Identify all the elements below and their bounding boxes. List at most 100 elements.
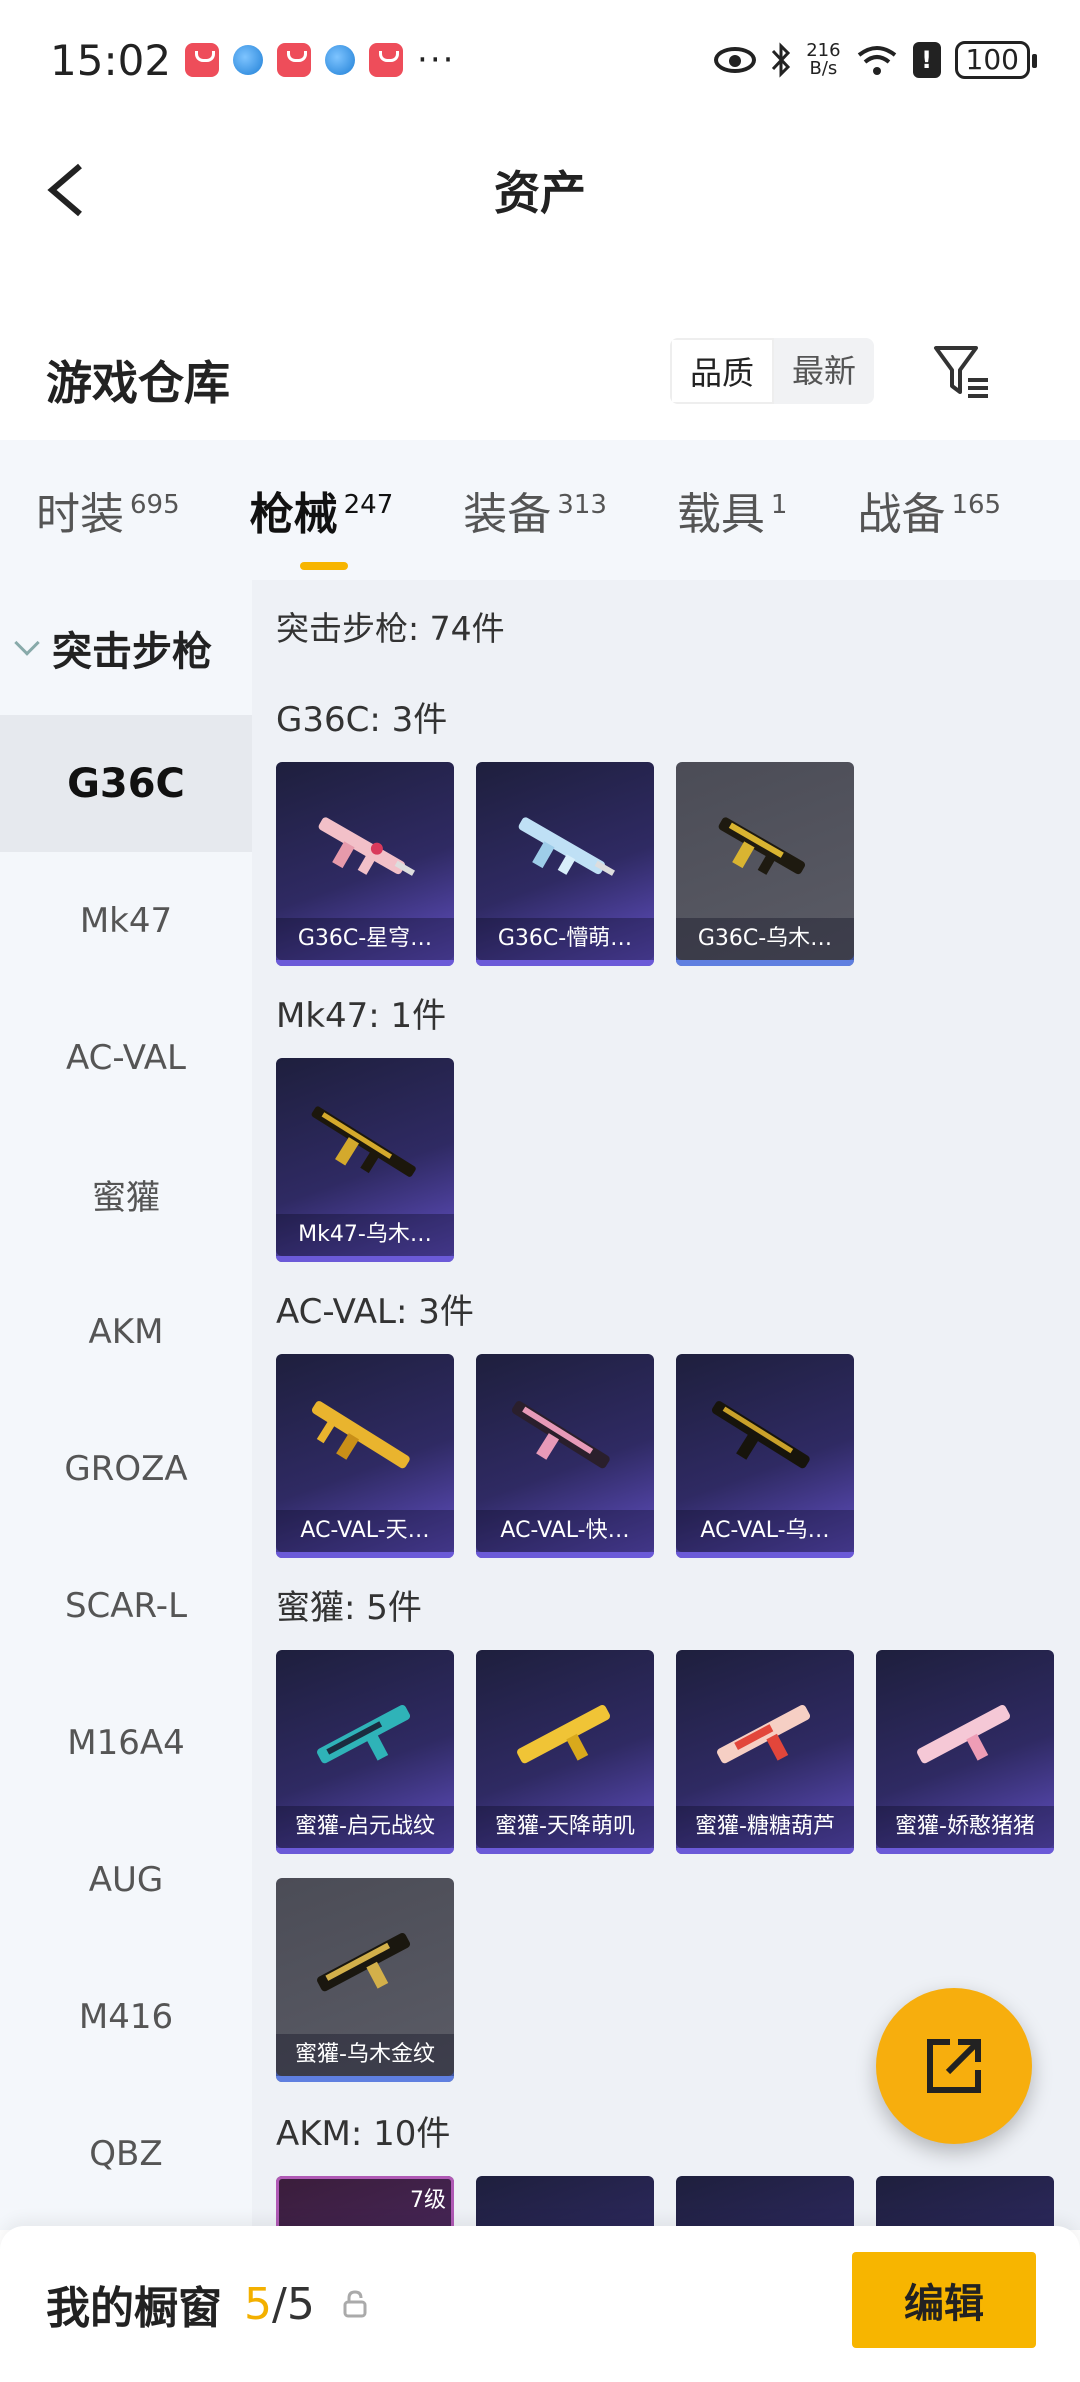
category-total: 突击步枪: 74件 (276, 609, 505, 648)
tab-fashion-count: 695 (130, 490, 180, 521)
bluetooth-icon (772, 42, 791, 78)
weapon-card-name: 蜜獾-启元战纹 (276, 1806, 454, 1848)
weapon-card-name: G36C-星穹… (276, 918, 454, 960)
gun-skin-icon (317, 1932, 411, 1992)
weapon-card[interactable]: G36C-懵萌… (476, 762, 654, 966)
weapon-card[interactable]: 蜜獾-启元战纹 (276, 1650, 454, 1854)
sort-newest-button[interactable]: 最新 (774, 338, 874, 404)
showcase-count-max: 5 (286, 2278, 315, 2330)
section-title-mk47: Mk47: 1件 (276, 996, 447, 1036)
browser-icon (233, 45, 264, 75)
weapon-card-name: 蜜獾-糖糖葫芦 (676, 1806, 854, 1848)
sidebar-item-scar-l[interactable]: SCAR-L (0, 1537, 252, 1674)
status-time: 15:02 (50, 35, 172, 85)
gun-skin-icon (717, 1704, 811, 1764)
sidebar-item-m416[interactable]: M416 (0, 1948, 252, 2085)
filter-icon[interactable] (930, 340, 994, 404)
sidebar-item-qbz[interactable]: QBZ (0, 2085, 252, 2222)
sort-quality-button[interactable]: 品质 (670, 338, 775, 404)
network-speed-unit: B/s (809, 58, 838, 79)
sidebar-item-m16a4[interactable]: M16A4 (0, 1674, 252, 1811)
tab-fashion-label: 时装 (36, 489, 124, 540)
edit-button[interactable]: 编辑 (852, 2252, 1036, 2348)
section-title-g36c: G36C: 3件 (276, 700, 448, 740)
shopping-bag-icon (185, 43, 220, 77)
sidebar-item-ac-val[interactable]: AC-VAL (0, 989, 252, 1126)
weapon-card[interactable]: 蜜獾-糖糖葫芦 (676, 1650, 854, 1854)
tab-firearms-count: 247 (343, 490, 394, 521)
warehouse-title: 游戏仓库 (46, 356, 230, 410)
weapon-sidebar: 突击步枪 G36C Mk47 AC-VAL 蜜獾 AKM GROZA SCAR-… (0, 580, 252, 2230)
sidebar-item-groza[interactable]: GROZA (0, 1400, 252, 1537)
shopping-bag-icon (369, 43, 404, 77)
tab-firearms[interactable]: 枪械 247 (249, 478, 394, 570)
weapon-card[interactable] (476, 2176, 654, 2230)
gun-skin-icon (318, 817, 415, 876)
weapon-card-name: AC-VAL-快… (476, 1510, 654, 1552)
tab-supplies-count: 165 (951, 490, 1002, 521)
gun-skin-icon (517, 1704, 611, 1764)
gun-skin-icon (311, 1401, 410, 1469)
shopping-bag-icon (277, 43, 312, 77)
alert-icon: ! (912, 42, 941, 78)
gun-skin-icon (311, 1106, 416, 1177)
chevron-down-icon (14, 629, 40, 656)
gun-skin-icon (518, 817, 615, 876)
weapon-card[interactable]: 蜜獾-娇憨猪猪 (876, 1650, 1054, 1854)
more-notifications-icon: ··· (417, 40, 456, 80)
weapon-card[interactable]: AC-VAL-乌… (676, 1354, 854, 1558)
tab-vehicles-count: 1 (770, 490, 788, 521)
status-bar: 15:02 ··· 216 B/s ! 100 (0, 0, 1080, 120)
weapon-card[interactable]: G36C-乌木… (676, 762, 854, 966)
tab-equipment-count: 313 (557, 490, 607, 521)
weapon-card[interactable]: 蜜獾-乌木金纹 (276, 1878, 454, 2082)
weapon-card-name: 蜜獾-娇憨猪猪 (876, 1806, 1054, 1848)
sidebar-group-assault-rifles[interactable]: 突击步枪 (0, 580, 252, 715)
tab-equipment-label: 装备 (463, 489, 552, 540)
sidebar-item-aug[interactable]: AUG (0, 1811, 252, 1948)
gun-skin-icon (511, 1401, 610, 1469)
weapon-card[interactable] (876, 2176, 1054, 2230)
lock-icon (343, 2290, 367, 2318)
share-icon (927, 2039, 981, 2093)
gun-skin-icon (711, 1401, 810, 1469)
notification-icons: ··· (185, 40, 455, 80)
sidebar-item-g36c[interactable]: G36C (0, 715, 252, 852)
weapon-card[interactable] (676, 2176, 854, 2230)
share-button[interactable] (876, 1988, 1032, 2144)
weapon-card-name: 蜜獾-天降萌叽 (476, 1806, 654, 1848)
tab-supplies-label: 战备 (857, 489, 946, 540)
weapon-card-name: Mk47-乌木… (276, 1214, 454, 1256)
tab-firearms-label: 枪械 (249, 489, 338, 540)
weapon-card-name: AC-VAL-乌… (676, 1510, 854, 1552)
sidebar-item-akm[interactable]: AKM (0, 1263, 252, 1400)
showcase-count-separator: / (272, 2278, 287, 2330)
tab-vehicles-label: 载具 (676, 489, 765, 540)
weapon-card[interactable]: 蜜獾-天降萌叽 (476, 1650, 654, 1854)
sidebar-group-label: 突击步枪 (52, 628, 212, 675)
weapon-card-name: AC-VAL-天… (276, 1510, 454, 1552)
tab-vehicles[interactable]: 载具 1 (677, 478, 788, 542)
weapon-card[interactable]: Mk47-乌木… (276, 1058, 454, 1262)
weapon-card[interactable]: AC-VAL-天… (276, 1354, 454, 1558)
gun-skin-icon (317, 1704, 411, 1764)
sidebar-item-mk47[interactable]: Mk47 (0, 852, 252, 989)
tab-supplies[interactable]: 战备 165 (857, 478, 1001, 542)
status-right: 216 B/s ! 100 (714, 41, 1038, 79)
tab-fashion[interactable]: 时装 695 (36, 478, 180, 542)
page-title: 资产 (494, 166, 586, 220)
gun-skin-icon (917, 1704, 1011, 1764)
top-nav: 资产 (0, 120, 1080, 260)
battery-icon: 100 (954, 41, 1038, 79)
sidebar-item-honey-badger[interactable]: 蜜獾 (0, 1126, 252, 1263)
sort-toggle: 品质 最新 (670, 338, 875, 404)
weapon-card[interactable]: G36C-星穹… (276, 762, 454, 966)
eye-icon (714, 47, 757, 73)
weapon-card[interactable]: AC-VAL-快… (476, 1354, 654, 1558)
tab-equipment[interactable]: 装备 313 (463, 478, 607, 542)
section-title-akm: AKM: 10件 (276, 2114, 451, 2154)
category-tabs: 时装 695 枪械 247 装备 313 载具 1 战备 165 (0, 440, 1080, 580)
weapon-card[interactable]: 7级 (276, 2176, 454, 2230)
back-arrow-icon[interactable] (40, 160, 100, 220)
showcase-bar: 我的橱窗 5/5 编辑 (0, 2226, 1080, 2382)
